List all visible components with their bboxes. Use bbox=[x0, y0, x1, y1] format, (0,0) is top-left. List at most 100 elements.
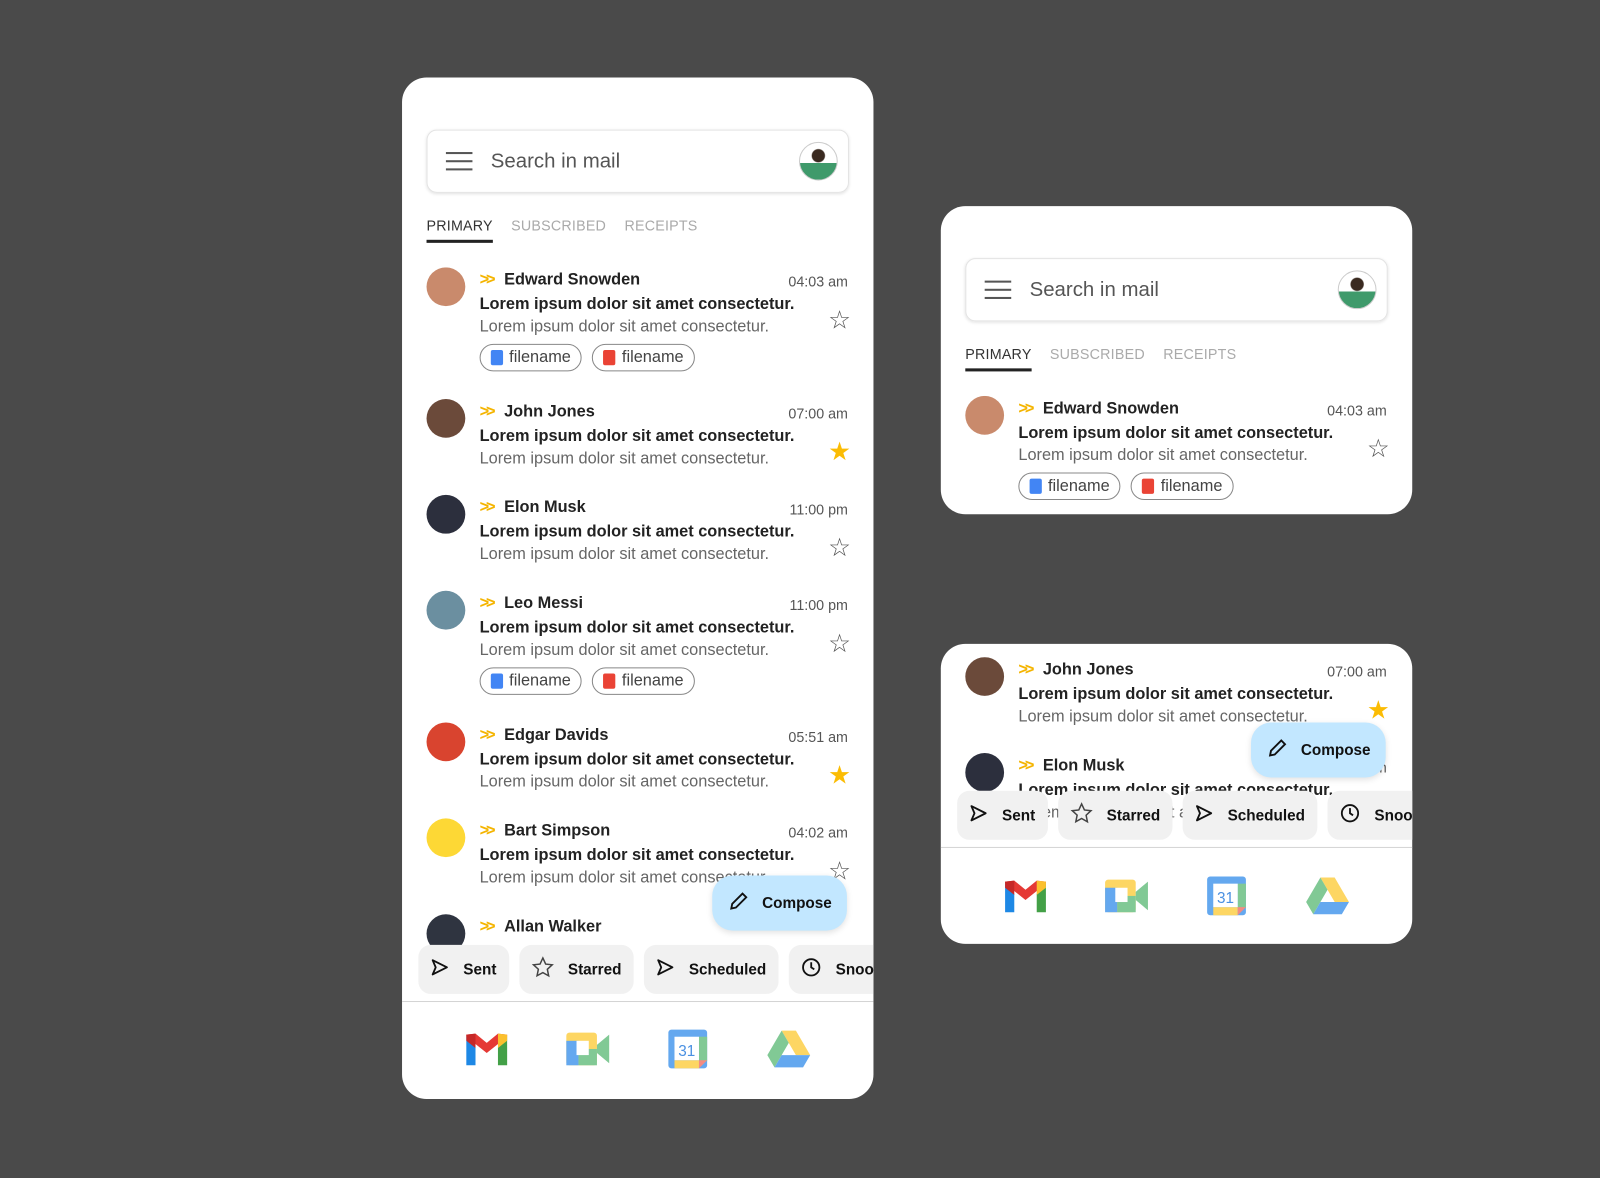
tab-bar: PRIMARY SUBSCRIBED RECEIPTS bbox=[426, 217, 698, 243]
email-subject: Lorem ipsum dolor sit amet consectetur. bbox=[479, 427, 795, 445]
mail-card-header: Search in mail PRIMARY SUBSCRIBED RECEIPTS >… bbox=[940, 206, 1413, 515]
sender-line: >> Edgar Davids bbox=[480, 727, 609, 745]
search-bar[interactable]: Search in mail bbox=[426, 129, 849, 193]
sender-line: >> Allan Walker bbox=[480, 918, 602, 936]
attachment-name: filename bbox=[509, 348, 571, 366]
important-chevron-icon: >> bbox=[479, 271, 496, 289]
star-outline-icon[interactable]: ☆ bbox=[828, 308, 851, 334]
send-icon bbox=[969, 804, 987, 826]
email-time: 07:00 am bbox=[1327, 663, 1387, 680]
star-outline-icon[interactable]: ☆ bbox=[828, 535, 851, 562]
attachment-chip[interactable]: filename bbox=[479, 343, 583, 372]
email-time: 11:00 pm bbox=[789, 596, 848, 614]
important-chevron-icon: >> bbox=[1018, 661, 1034, 679]
chip-snooze[interactable]: Snooze bbox=[1327, 790, 1413, 840]
search-bar[interactable]: Search in mail bbox=[965, 258, 1388, 322]
tab-receipts[interactable]: RECEIPTS bbox=[624, 217, 697, 243]
chip-scheduled[interactable]: Scheduled bbox=[1182, 790, 1318, 840]
important-chevron-icon: >> bbox=[479, 594, 496, 613]
sender-line: >> Elon Musk bbox=[1018, 757, 1124, 775]
profile-avatar[interactable] bbox=[798, 141, 838, 181]
compose-button[interactable]: Compose bbox=[712, 875, 847, 931]
meet-app-icon[interactable] bbox=[1103, 876, 1150, 917]
email-time: 07:00 am bbox=[788, 405, 848, 422]
send-icon bbox=[431, 958, 449, 980]
calendar-app-icon[interactable]: 31 bbox=[1203, 876, 1250, 917]
sender-name: Leo Messi bbox=[504, 594, 584, 613]
sender-name: Bart Simpson bbox=[504, 822, 611, 840]
search-input[interactable]: Search in mail bbox=[491, 149, 799, 172]
chip-label: Scheduled bbox=[688, 960, 767, 979]
tab-subscribed[interactable]: SUBSCRIBED bbox=[511, 217, 606, 243]
email-row[interactable]: >> John Jones 07:00 am Lorem ipsum dolor si… bbox=[402, 398, 873, 495]
important-chevron-icon: >> bbox=[1018, 757, 1034, 775]
tab-primary[interactable]: PRIMARY bbox=[426, 217, 493, 243]
email-row[interactable]: >> Leo Messi 11:00 pm Lorem ipsum dolor sit… bbox=[402, 590, 873, 723]
attachment-chip[interactable]: filename bbox=[1131, 472, 1234, 500]
attachment-name: filename bbox=[1160, 477, 1223, 495]
gmail-app-icon[interactable] bbox=[464, 1029, 511, 1070]
important-chevron-icon: >> bbox=[479, 918, 496, 936]
email-subject: Lorem ipsum dolor sit amet consectetur. bbox=[479, 523, 795, 541]
doc-blue-icon bbox=[1029, 478, 1042, 494]
compose-label: Compose bbox=[762, 894, 832, 912]
chip-label: Sent bbox=[463, 960, 497, 979]
search-input[interactable]: Search in mail bbox=[1030, 278, 1338, 301]
chip-sent[interactable]: Sent bbox=[418, 944, 509, 994]
attachments: filename filename bbox=[1018, 472, 1234, 500]
drive-app-icon[interactable] bbox=[765, 1029, 812, 1070]
sender-line: >> Bart Simpson bbox=[480, 822, 611, 840]
menu-icon[interactable] bbox=[984, 280, 1012, 299]
profile-avatar[interactable] bbox=[1337, 270, 1377, 310]
attachment-chip[interactable]: filename bbox=[592, 667, 695, 695]
meet-app-icon[interactable] bbox=[564, 1029, 611, 1070]
email-row[interactable]: >> Edward Snowden 04:03 am Lorem ipsum dolo… bbox=[941, 395, 1412, 514]
gmail-app-icon[interactable] bbox=[1002, 876, 1049, 917]
chip-sent[interactable]: Sent bbox=[957, 790, 1048, 840]
doc-red-icon bbox=[603, 349, 616, 366]
star-filled-icon[interactable]: ★ bbox=[1367, 697, 1390, 724]
star-filled-icon[interactable]: ★ bbox=[828, 763, 851, 789]
attachment-chip[interactable]: filename bbox=[479, 667, 583, 695]
star-filled-icon[interactable]: ★ bbox=[828, 439, 851, 466]
attachment-chip[interactable]: filename bbox=[592, 343, 695, 372]
sender-name: Edgar Davids bbox=[504, 726, 609, 744]
calendar-app-icon[interactable]: 31 bbox=[665, 1029, 712, 1070]
sender-line: >> Edward Snowden bbox=[1018, 400, 1179, 418]
email-time: 04:02 am bbox=[788, 824, 848, 841]
email-snippet: Lorem ipsum dolor sit amet consectetur. bbox=[1018, 446, 1308, 465]
doc-blue-icon bbox=[490, 673, 504, 689]
pencil-icon bbox=[727, 890, 749, 917]
attachment-chip[interactable]: filename bbox=[1018, 472, 1121, 500]
email-row[interactable]: >> Edward Snowden 04:03 am Lorem ipsum dolo… bbox=[402, 267, 873, 399]
clock-icon bbox=[1340, 803, 1360, 827]
star-icon bbox=[531, 956, 554, 983]
email-time: 04:03 am bbox=[788, 273, 848, 290]
tab-primary[interactable]: PRIMARY bbox=[965, 346, 1032, 372]
email-row[interactable]: >> Elon Musk 11:00 pm Lorem ipsum dolor sit… bbox=[402, 494, 873, 591]
scheduled-send-icon bbox=[1195, 804, 1213, 826]
compose-button[interactable]: Compose bbox=[1251, 722, 1386, 778]
chip-starred[interactable]: Starred bbox=[1057, 790, 1173, 840]
drive-app-icon[interactable] bbox=[1304, 876, 1351, 917]
menu-icon[interactable] bbox=[445, 152, 473, 171]
email-time: 05:51 am bbox=[788, 728, 848, 745]
email-row[interactable]: >> Edgar Davids 05:51 am Lorem ipsum dolor … bbox=[402, 722, 873, 818]
doc-blue-icon bbox=[490, 349, 504, 366]
mail-card-full: Search in mail PRIMARY SUBSCRIBED RECEIPTS >… bbox=[402, 77, 874, 1099]
calendar-day: 31 bbox=[678, 1043, 695, 1060]
star-outline-icon[interactable]: ☆ bbox=[1367, 436, 1390, 463]
email-time: 11:00 pm bbox=[789, 501, 848, 518]
chip-scheduled[interactable]: Scheduled bbox=[643, 944, 779, 994]
star-outline-icon[interactable]: ☆ bbox=[828, 631, 851, 658]
email-subject: Lorem ipsum dolor sit amet consectetur. bbox=[479, 619, 795, 637]
chip-label: Scheduled bbox=[1227, 806, 1305, 824]
tab-subscribed[interactable]: SUBSCRIBED bbox=[1050, 346, 1145, 372]
chip-snooze[interactable]: Snooze bbox=[788, 944, 874, 994]
doc-red-icon bbox=[1142, 478, 1155, 494]
divider bbox=[402, 1001, 874, 1003]
tab-receipts[interactable]: RECEIPTS bbox=[1163, 346, 1236, 372]
chip-starred[interactable]: Starred bbox=[518, 944, 634, 994]
sender-avatar bbox=[965, 657, 1005, 696]
sender-avatar bbox=[426, 818, 466, 858]
